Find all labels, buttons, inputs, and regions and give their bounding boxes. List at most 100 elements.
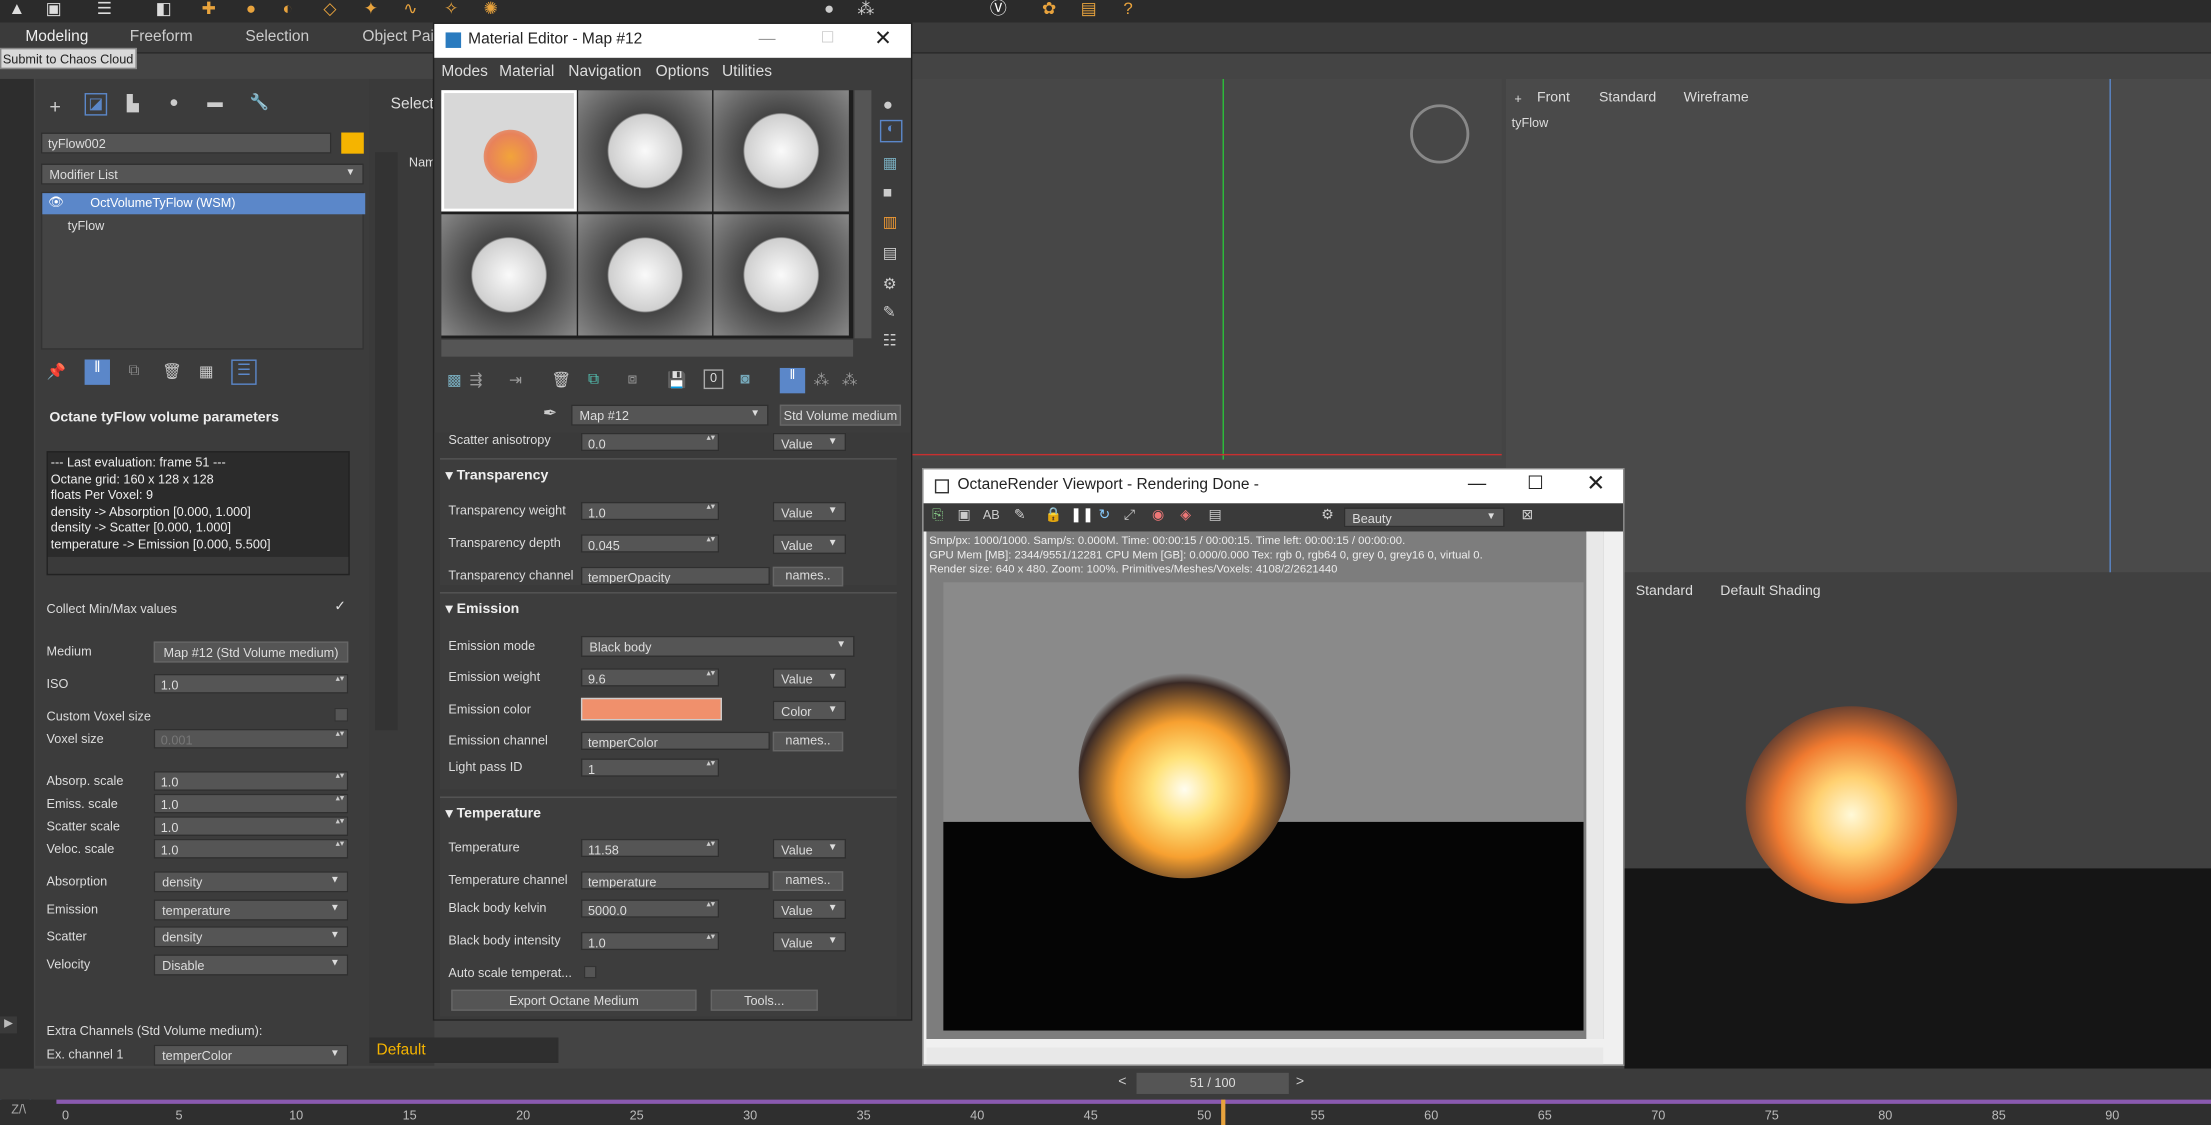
emiss-scale-spinner[interactable]: 1.0 xyxy=(153,793,349,814)
maximize-icon[interactable]: ☐ xyxy=(821,28,835,47)
emission-title-wrap[interactable]: ▾ Emission xyxy=(446,602,520,618)
show-end-result-icon[interactable]: ‖ xyxy=(84,359,110,385)
reset-icon[interactable]: 🗑 xyxy=(551,371,571,389)
get-material-icon[interactable]: ▩ xyxy=(447,371,462,389)
sample-slot[interactable] xyxy=(713,90,849,212)
transparency-title-wrap[interactable]: ▾ Transparency xyxy=(446,468,549,484)
material-navigator-icon[interactable]: ☷ xyxy=(883,331,897,350)
gear-icon[interactable]: ⚙ xyxy=(1321,508,1334,524)
log-hscrollbar[interactable] xyxy=(47,556,349,574)
background-icon[interactable]: ▦ xyxy=(883,154,898,172)
make-unique-icon[interactable]: ⧉ xyxy=(128,362,139,380)
modifier-sets-icon[interactable]: ☰ xyxy=(231,359,257,385)
notes-icon[interactable]: ▤ xyxy=(1077,0,1100,17)
emission-weight-spinner[interactable]: 9.6 xyxy=(580,668,720,687)
map-type-button[interactable]: Std Volume medium xyxy=(779,404,902,426)
scatter-scale-spinner[interactable]: 1.0 xyxy=(153,816,349,836)
hierarchy-icon[interactable]: ▙ xyxy=(127,94,139,113)
transparency-weight-mode[interactable]: Value xyxy=(772,501,847,522)
layer-field[interactable]: Default xyxy=(369,1037,559,1063)
transparency-depth-mode[interactable]: Value xyxy=(772,534,847,555)
absorp-scale-spinner[interactable]: 1.0 xyxy=(153,771,349,791)
geosphere-icon[interactable]: ◇ xyxy=(319,0,342,17)
collect-minmax-checkbox[interactable]: ✓ xyxy=(334,599,346,615)
sample-slot[interactable] xyxy=(441,214,577,336)
light-pass-spinner[interactable]: 1 xyxy=(580,758,720,777)
emission-weight-mode[interactable]: Value xyxy=(772,668,847,688)
time-slider[interactable]: 51 / 100 xyxy=(1136,1072,1289,1094)
go-forward-icon[interactable]: ⁂ xyxy=(842,371,858,389)
custom-voxel-checkbox[interactable] xyxy=(334,707,349,722)
viewport-shade-label[interactable]: Wireframe xyxy=(1684,90,1749,106)
menu-material[interactable]: Material xyxy=(499,63,554,80)
octane-icon[interactable]: ✿ xyxy=(1038,0,1061,17)
close-icon[interactable]: ✕ xyxy=(1586,469,1605,497)
emission-color-swatch[interactable] xyxy=(580,697,722,721)
export-medium-button[interactable]: Export Octane Medium xyxy=(451,989,697,1011)
auto-scale-checkbox[interactable] xyxy=(583,965,597,979)
scatter-aniso-mode[interactable]: Value xyxy=(772,432,847,452)
stack-item-octvolume[interactable]: 👁 OctVolumeTyFlow (WSM) xyxy=(42,193,366,215)
render-vscrollbar[interactable] xyxy=(1586,531,1604,1040)
iso-spinner[interactable]: 1.0 xyxy=(153,673,349,694)
scatter-aniso-spinner[interactable]: 0.0 xyxy=(580,432,720,452)
render-icon[interactable]: ◧ xyxy=(152,0,175,17)
tab-modeling[interactable]: Modeling xyxy=(25,28,88,45)
prev-frame-icon[interactable]: < xyxy=(1118,1074,1126,1090)
track-bar[interactable]: Z/\ 0 5 10 15 20 25 30 35 40 45 50 55 60 65 70 75 80 85 90 xyxy=(0,1099,2211,1125)
uv-tiling-icon[interactable]: ■ xyxy=(883,185,892,202)
copy-icon[interactable]: ⧉ xyxy=(588,371,599,389)
scatter-dropdown[interactable]: density xyxy=(153,926,349,948)
expand-icon[interactable]: ▶ xyxy=(0,1016,17,1034)
options-icon[interactable]: ⚙ xyxy=(883,275,897,293)
transparency-names-button[interactable]: names.. xyxy=(772,566,844,587)
clear-icon[interactable]: ✎ xyxy=(1014,508,1026,524)
create-icon[interactable]: + xyxy=(49,94,61,117)
absorption-dropdown[interactable]: density xyxy=(153,871,349,893)
fit-icon[interactable]: ⊠ xyxy=(1521,508,1533,524)
bb-kelvin-spinner[interactable]: 5000.0 xyxy=(580,899,720,918)
emission-mode-dropdown[interactable]: Black body xyxy=(580,635,855,657)
backlight-icon[interactable]: ◐ xyxy=(879,119,903,143)
object-color-swatch[interactable] xyxy=(341,132,364,154)
box-icon[interactable]: ▣ xyxy=(42,0,65,17)
spline-icon[interactable]: ∿ xyxy=(399,0,422,17)
sample-slot-active[interactable] xyxy=(441,90,577,212)
render-hscrollbar[interactable] xyxy=(926,1047,1604,1065)
emission-dropdown[interactable]: temperature xyxy=(153,899,349,921)
minimize-icon[interactable]: — xyxy=(759,28,776,48)
velocity-dropdown[interactable]: Disable xyxy=(153,954,349,976)
rollout-title[interactable]: Octane tyFlow volume parameters xyxy=(49,410,279,426)
temperature-names-button[interactable]: names.. xyxy=(772,871,844,891)
go-to-parent-icon[interactable]: ⁂ xyxy=(814,371,830,389)
display-icon[interactable]: ▬ xyxy=(207,94,223,111)
name-column-header[interactable]: Nam xyxy=(409,155,436,169)
emission-channel-field[interactable]: temperColor xyxy=(580,731,770,750)
tab-object-paint[interactable]: Object Pai xyxy=(362,28,434,45)
make-preview-icon[interactable]: ▤ xyxy=(883,244,898,262)
viewport-mode-label[interactable]: Standard xyxy=(1599,90,1656,106)
vray-icon[interactable]: Ⓥ xyxy=(987,0,1010,17)
export-icon[interactable]: ⎘ xyxy=(932,508,943,524)
log-box[interactable]: --- Last evaluation: frame 51 --- Octane… xyxy=(46,451,350,576)
pin-icon[interactable]: 📌 xyxy=(47,362,66,381)
config-icon[interactable]: ▦ xyxy=(199,362,214,381)
tab-freeform[interactable]: Freeform xyxy=(130,28,193,45)
sample-slot[interactable] xyxy=(578,214,713,336)
sample-type-icon[interactable]: ● xyxy=(883,94,893,114)
temperature-mode[interactable]: Value xyxy=(772,838,847,859)
veloc-scale-spinner[interactable]: 1.0 xyxy=(153,838,349,859)
spot-icon[interactable]: ✧ xyxy=(440,0,463,17)
temperature-channel-field[interactable]: temperature xyxy=(580,871,770,890)
omni-icon[interactable]: ✦ xyxy=(360,0,383,17)
focus-picker-icon[interactable]: ◉ xyxy=(1152,508,1164,524)
eye-icon[interactable]: 👁 xyxy=(48,195,64,211)
tools-button[interactable]: Tools... xyxy=(710,989,818,1011)
save-icon[interactable]: ▣ xyxy=(957,508,970,524)
select-icon[interactable]: ▲ xyxy=(6,0,29,17)
bb-intensity-mode[interactable]: Value xyxy=(772,931,847,952)
restart-icon[interactable]: ↻ xyxy=(1098,508,1110,524)
modifier-list-dropdown[interactable]: Modifier List xyxy=(40,163,364,185)
maximize-icon[interactable]: ☐ xyxy=(1527,472,1543,495)
track-view-icon[interactable]: Z/\ xyxy=(11,1102,26,1116)
